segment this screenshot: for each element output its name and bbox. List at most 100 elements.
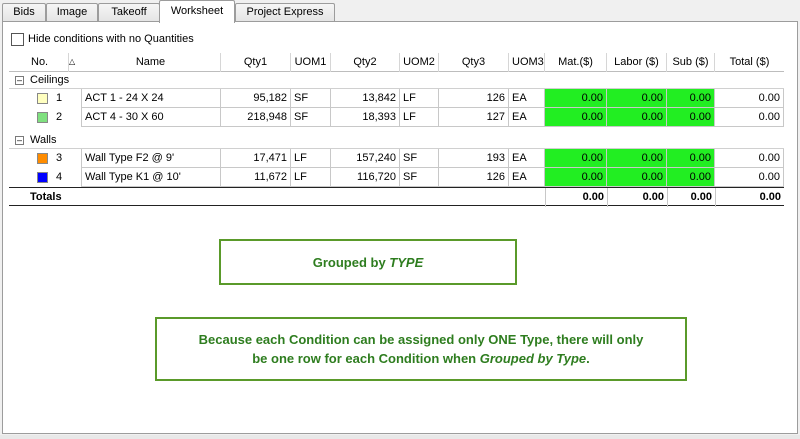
row-total[interactable]: 0.00 [715, 108, 784, 127]
col-uom2-header[interactable]: UOM2 [400, 53, 439, 72]
tab-takeoff[interactable]: Takeoff [98, 3, 160, 22]
row-total[interactable]: 0.00 [715, 149, 784, 168]
tab-bar: Bids Image Takeoff Worksheet Project Exp… [0, 0, 800, 23]
row-uom1[interactable]: LF [291, 168, 331, 187]
row-mat[interactable]: 0.00 [545, 168, 607, 187]
row-name[interactable]: ACT 1 - 24 X 24 [81, 89, 221, 108]
tab-image[interactable]: Image [46, 3, 98, 22]
row-total[interactable]: 0.00 [715, 168, 784, 187]
totals-sub: 0.00 [667, 188, 715, 207]
row-uom2[interactable]: SF [400, 149, 439, 168]
row-qty1[interactable]: 218,948 [221, 108, 291, 127]
row-no: 3 [56, 152, 63, 164]
callout-line-2: be one row for each Condition when Group… [252, 349, 590, 368]
row-labor[interactable]: 0.00 [607, 168, 667, 187]
tab-worksheet[interactable]: Worksheet [159, 0, 235, 23]
table-row[interactable]: 3 Wall Type F2 @ 9' 17,471 LF 157,240 SF… [9, 149, 784, 168]
row-labor[interactable]: 0.00 [607, 108, 667, 127]
row-qty3[interactable]: 127 [439, 108, 509, 127]
row-name[interactable]: Wall Type F2 @ 9' [81, 149, 221, 168]
hide-conditions-label: Hide conditions with no Quantities [28, 33, 194, 45]
totals-total: 0.00 [715, 188, 784, 207]
explanation-callout: Because each Condition can be assigned o… [155, 317, 687, 381]
hide-conditions-row[interactable]: Hide conditions with no Quantities [11, 32, 194, 46]
row-uom2[interactable]: LF [400, 108, 439, 127]
row-uom3[interactable]: EA [509, 89, 545, 108]
col-uom3-header[interactable]: UOM3 [509, 53, 545, 72]
row-uom1[interactable]: SF [291, 108, 331, 127]
col-mat-header[interactable]: Mat.($) [545, 53, 607, 72]
row-labor[interactable]: 0.00 [607, 149, 667, 168]
callout-line-1: Because each Condition can be assigned o… [198, 332, 644, 347]
callout-line2-suffix: . [586, 351, 590, 366]
row-qty3[interactable]: 126 [439, 89, 509, 108]
color-swatch-icon [37, 93, 48, 104]
collapse-icon[interactable]: – [15, 136, 24, 145]
callout-line2-prefix: be one row for each Condition when [252, 351, 480, 366]
callout-text: Grouped by TYPE [313, 253, 424, 272]
row-qty1[interactable]: 17,471 [221, 149, 291, 168]
totals-row: Totals 0.00 0.00 0.00 0.00 [9, 187, 784, 207]
group-header-ceilings[interactable]: – Ceilings [9, 72, 784, 89]
row-name[interactable]: Wall Type K1 @ 10' [81, 168, 221, 187]
tab-project-express[interactable]: Project Express [235, 3, 335, 22]
row-qty3[interactable]: 126 [439, 168, 509, 187]
row-uom3[interactable]: EA [509, 168, 545, 187]
row-labor[interactable]: 0.00 [607, 89, 667, 108]
totals-labor: 0.00 [607, 188, 667, 207]
col-qty3-header[interactable]: Qty3 [439, 53, 509, 72]
row-no: 4 [56, 171, 63, 183]
row-qty2[interactable]: 116,720 [331, 168, 400, 187]
table-row[interactable]: 4 Wall Type K1 @ 10' 11,672 LF 116,720 S… [9, 168, 784, 187]
row-qty1[interactable]: 95,182 [221, 89, 291, 108]
totals-label: Totals [30, 191, 62, 203]
row-uom1[interactable]: SF [291, 89, 331, 108]
collapse-icon[interactable]: – [15, 76, 24, 85]
col-name-header[interactable]: Name [81, 53, 221, 72]
col-qty1-header[interactable]: Qty1 [221, 53, 291, 72]
row-sub[interactable]: 0.00 [667, 149, 715, 168]
hide-conditions-checkbox[interactable] [11, 32, 24, 46]
callout-emphasis: TYPE [389, 254, 424, 270]
callout-prefix: Grouped by [312, 254, 390, 270]
table-row[interactable]: 2 ACT 4 - 30 X 60 218,948 SF 18,393 LF 1… [9, 108, 784, 127]
row-qty2[interactable]: 18,393 [331, 108, 400, 127]
row-mat[interactable]: 0.00 [545, 149, 607, 168]
row-uom1[interactable]: LF [291, 149, 331, 168]
row-qty2[interactable]: 13,842 [331, 89, 400, 108]
row-uom3[interactable]: EA [509, 149, 545, 168]
group-header-walls[interactable]: – Walls [9, 132, 784, 149]
row-sub[interactable]: 0.00 [667, 168, 715, 187]
group-label: Ceilings [30, 74, 70, 86]
col-qty2-header[interactable]: Qty2 [331, 53, 400, 72]
row-no: 2 [56, 111, 63, 123]
tab-bids[interactable]: Bids [2, 3, 46, 22]
col-no-header[interactable]: No. [9, 53, 69, 72]
table-row[interactable]: 1 ACT 1 - 24 X 24 95,182 SF 13,842 LF 12… [9, 89, 784, 108]
color-swatch-icon [37, 153, 48, 164]
worksheet-panel: Hide conditions with no Quantities No. △… [2, 21, 798, 434]
status-bar [0, 435, 800, 439]
row-no: 1 [56, 92, 63, 104]
col-labor-header[interactable]: Labor ($) [607, 53, 667, 72]
callout-line2-emphasis: Grouped by Type [479, 351, 587, 366]
row-mat[interactable]: 0.00 [545, 108, 607, 127]
row-total[interactable]: 0.00 [715, 89, 784, 108]
group-label: Walls [30, 134, 57, 146]
row-uom3[interactable]: EA [509, 108, 545, 127]
row-qty3[interactable]: 193 [439, 149, 509, 168]
grouped-by-type-callout: Grouped by TYPE [219, 239, 517, 285]
row-mat[interactable]: 0.00 [545, 89, 607, 108]
row-sub[interactable]: 0.00 [667, 108, 715, 127]
col-uom1-header[interactable]: UOM1 [291, 53, 331, 72]
row-qty2[interactable]: 157,240 [331, 149, 400, 168]
row-qty1[interactable]: 11,672 [221, 168, 291, 187]
col-no-label: No. [31, 56, 49, 68]
row-uom2[interactable]: LF [400, 89, 439, 108]
row-uom2[interactable]: SF [400, 168, 439, 187]
col-sub-header[interactable]: Sub ($) [667, 53, 715, 72]
worksheet-grid: No. △ Name Qty1 UOM1 Qty2 UOM2 Qty3 UOM3… [9, 53, 784, 207]
row-sub[interactable]: 0.00 [667, 89, 715, 108]
row-name[interactable]: ACT 4 - 30 X 60 [81, 108, 221, 127]
col-total-header[interactable]: Total ($) [715, 53, 784, 72]
